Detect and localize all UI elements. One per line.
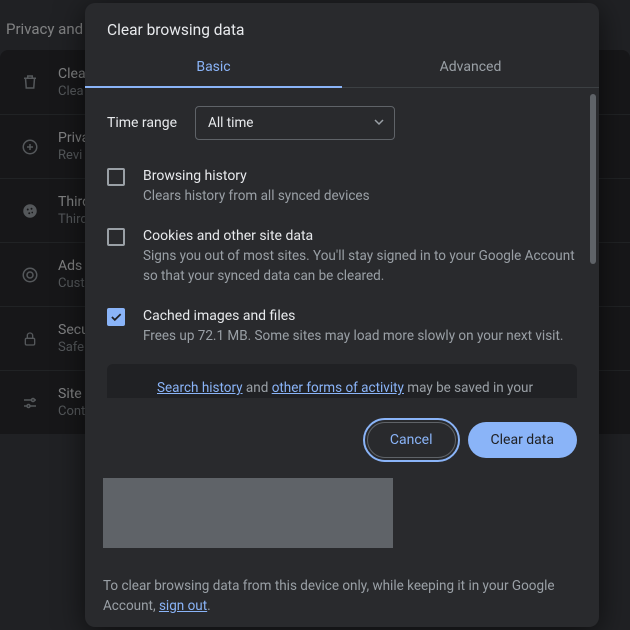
option-description: Signs you out of most sites. You'll stay… (143, 246, 577, 286)
tab-advanced[interactable]: Advanced (342, 49, 599, 87)
lock-icon (20, 329, 40, 349)
time-range-value: All time (208, 115, 253, 131)
placeholder-block (103, 478, 393, 548)
dialog-content-scroll: Time range All time Browsing historyClea… (85, 88, 599, 398)
google-account-info-card: G Search history and other forms of acti… (107, 364, 577, 398)
dialog-tabs: Basic Advanced (85, 49, 599, 88)
sliders-icon (20, 393, 40, 413)
checkbox-cache[interactable] (107, 308, 125, 326)
time-range-label: Time range (107, 115, 177, 131)
option-description: Clears history from all synced devices (143, 186, 370, 206)
dialog-actions: Cancel Clear data (85, 398, 599, 468)
target-icon (20, 265, 40, 285)
clear-data-button[interactable]: Clear data (468, 422, 577, 458)
chevron-down-icon (374, 115, 384, 131)
plus-circle-icon (20, 137, 40, 157)
google-icon: G (121, 394, 141, 398)
option-title: Browsing history (143, 166, 370, 186)
search-history-link[interactable]: Search history (157, 380, 243, 396)
trash-icon (20, 72, 40, 92)
checkbox-cookies[interactable] (107, 228, 125, 246)
option-title: Cached images and files (143, 306, 563, 326)
option-cookies: Cookies and other site dataSigns you out… (107, 218, 577, 298)
sign-out-link[interactable]: sign out (159, 598, 207, 614)
time-range-select[interactable]: All time (195, 106, 395, 140)
footer-note: To clear browsing data from this device … (85, 548, 599, 616)
row-title: Clea (58, 65, 86, 83)
option-cache: Cached images and filesFrees up 72.1 MB.… (107, 298, 577, 358)
tab-basic[interactable]: Basic (85, 49, 342, 87)
cancel-button[interactable]: Cancel (367, 422, 456, 458)
cookie-icon (20, 201, 40, 221)
option-title: Cookies and other site data (143, 226, 577, 246)
clear-browsing-data-dialog: Clear browsing data Basic Advanced Time … (85, 3, 599, 627)
row-subtitle: Cust (58, 275, 85, 292)
scrollbar-thumb[interactable] (590, 94, 596, 264)
time-range-row: Time range All time (107, 88, 577, 158)
row-subtitle: Clea (58, 83, 86, 100)
option-history: Browsing historyClears history from all … (107, 158, 577, 218)
checkbox-history[interactable] (107, 168, 125, 186)
option-description: Frees up 72.1 MB. Some sites may load mo… (143, 326, 563, 346)
dialog-title: Clear browsing data (85, 3, 599, 49)
info-text: Search history and other forms of activi… (157, 378, 563, 398)
row-title: Ads (58, 257, 85, 275)
other-activity-link[interactable]: other forms of activity (272, 380, 404, 396)
